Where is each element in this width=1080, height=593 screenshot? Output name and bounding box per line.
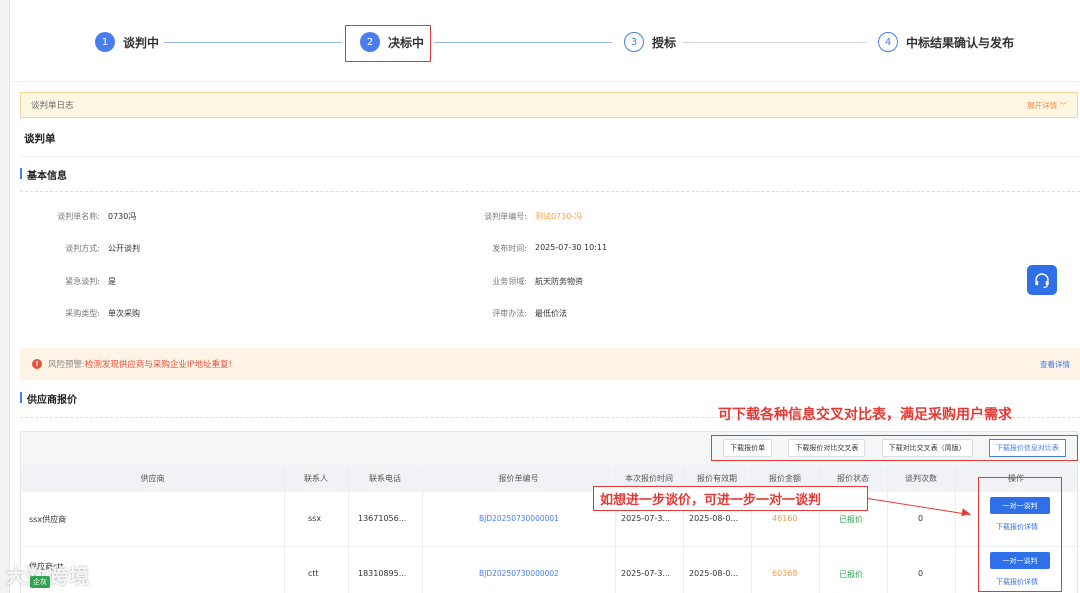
quote-code-link[interactable]: BJD20250730000002	[479, 569, 559, 578]
risk-message: 检测发现供应商与采购企业IP地址重复!	[84, 360, 232, 370]
log-title: 谈判单日志	[31, 101, 74, 111]
table-row: ssx供应商 ssx 13671056... BJD20250730000001…	[21, 492, 1077, 547]
step-4-number: 4	[878, 32, 898, 52]
col-valid-until: 报价有效期	[697, 474, 737, 483]
step-1-label: 谈判中	[123, 35, 160, 50]
step-1: 1 谈判中	[95, 32, 159, 52]
expand-details-link[interactable]: 展开详情 ﹀	[1027, 100, 1067, 111]
field-value: 最低价法	[535, 309, 567, 318]
warning-icon: !	[32, 359, 42, 369]
download-button-group: 下载报价单 下载报价对比交叉表 下载对比交叉表（简版） 下载报价信息对比表	[711, 435, 1078, 461]
field-label: 采购类型:	[65, 309, 100, 318]
step-3-number: 3	[624, 32, 644, 52]
table-row: 供应商ctt ctt 18310895... BJD20250730000002…	[21, 547, 1077, 593]
col-amount: 报价金额	[769, 474, 801, 483]
field-label: 谈判单名称:	[57, 212, 100, 221]
divider	[20, 191, 1080, 192]
field-value: 测试0730-冯	[535, 212, 583, 221]
chevron-down-icon: ﹀	[1059, 100, 1068, 110]
current-step-highlight	[345, 25, 431, 62]
field-value: 航天防务物资	[535, 277, 583, 286]
actions-highlight	[978, 477, 1062, 592]
col-quote-time: 本次报价时间	[625, 474, 673, 483]
risk-label: 风险预警:	[48, 360, 85, 370]
phone: 13671056...	[358, 514, 407, 523]
step-4: 4 中标结果确认与发布	[878, 32, 1014, 52]
negotiation-count: 0	[918, 514, 924, 523]
step-connector	[164, 42, 342, 43]
download-cross-table-button[interactable]: 下载报价对比交叉表	[788, 439, 866, 457]
amount: 60368	[772, 569, 798, 578]
col-contact: 联系人	[304, 474, 328, 483]
supplier-quote-title: 供应商报价	[20, 391, 77, 406]
status: 已报价	[839, 570, 863, 579]
field-label: 紧急谈判:	[65, 277, 100, 286]
status: 已报价	[839, 515, 863, 524]
divider	[20, 156, 1080, 157]
field-value: 公开谈判	[108, 244, 140, 253]
phone: 18310895...	[358, 569, 407, 578]
field-value: 单次采购	[108, 309, 140, 318]
field-value: 是	[108, 277, 116, 286]
field-value: 2025-07-30 10:11	[535, 243, 608, 252]
valid-until: 2025-08-0...	[689, 514, 739, 523]
risk-warning-bar: ! 风险预警: 检测发现供应商与采购企业IP地址重复! 查看详情	[20, 348, 1080, 380]
page-title: 谈判单	[24, 133, 56, 145]
field-value: 0730冯	[108, 212, 137, 221]
col-quote-code: 报价单编号	[498, 474, 539, 483]
view-details-link[interactable]: 查看详情	[1040, 359, 1070, 370]
col-phone: 联系电话	[369, 474, 401, 483]
download-quote-button[interactable]: 下载报价单	[723, 439, 773, 457]
quote-code-link[interactable]: BJD20250730000001	[479, 514, 559, 523]
step-3: 3 授标	[624, 32, 676, 52]
field-label: 评审办法:	[492, 309, 527, 318]
download-cross-table-simple-button[interactable]: 下载对比交叉表（简版）	[881, 439, 973, 457]
contact: ssx	[308, 514, 322, 523]
step-connector	[434, 42, 612, 43]
arrow-head-icon	[961, 508, 971, 518]
field-label: 谈判单编号:	[484, 212, 527, 221]
download-quote-compare-button[interactable]: 下载报价信息对比表	[988, 439, 1066, 457]
field-label: 发布时间:	[492, 244, 527, 253]
step-connector	[682, 42, 866, 43]
supplier-name: ssx供应商	[29, 515, 67, 524]
step-3-label: 授标	[652, 35, 677, 50]
step-4-label: 中标结果确认与发布	[906, 35, 1015, 50]
quote-time: 2025-07-3...	[621, 569, 671, 578]
basic-info-title: 基本信息	[20, 167, 67, 182]
col-status: 报价状态	[837, 474, 869, 483]
headset-icon	[1035, 273, 1049, 289]
contact: ctt	[308, 569, 319, 578]
field-label: 谈判方式:	[65, 244, 100, 253]
table-header: 供应商 联系人 联系电话 报价单编号 本次报价时间 报价有效期 报价金额 报价状…	[21, 465, 1077, 492]
col-supplier: 供应商	[140, 474, 165, 483]
negotiation-callout: 如想进一步谈价，可进一步一对一谈判	[593, 486, 868, 511]
quote-time: 2025-07-3...	[621, 514, 671, 523]
col-count: 谈判次数	[905, 474, 937, 483]
step-1-number: 1	[95, 32, 115, 52]
left-sidebar-edge	[0, 0, 10, 593]
supplier-badge: 企灰	[30, 576, 50, 588]
download-annotation: 可下载各种信息交叉对比表，满足采购用户需求	[718, 407, 1012, 423]
customer-service-button[interactable]	[1027, 265, 1057, 295]
field-label: 业务领域:	[492, 277, 527, 286]
valid-until: 2025-08-0...	[689, 569, 739, 578]
amount: 46160	[772, 514, 798, 523]
negotiation-log-bar[interactable]: 谈判单日志 展开详情 ﹀	[20, 92, 1078, 118]
negotiation-count: 0	[918, 569, 924, 578]
